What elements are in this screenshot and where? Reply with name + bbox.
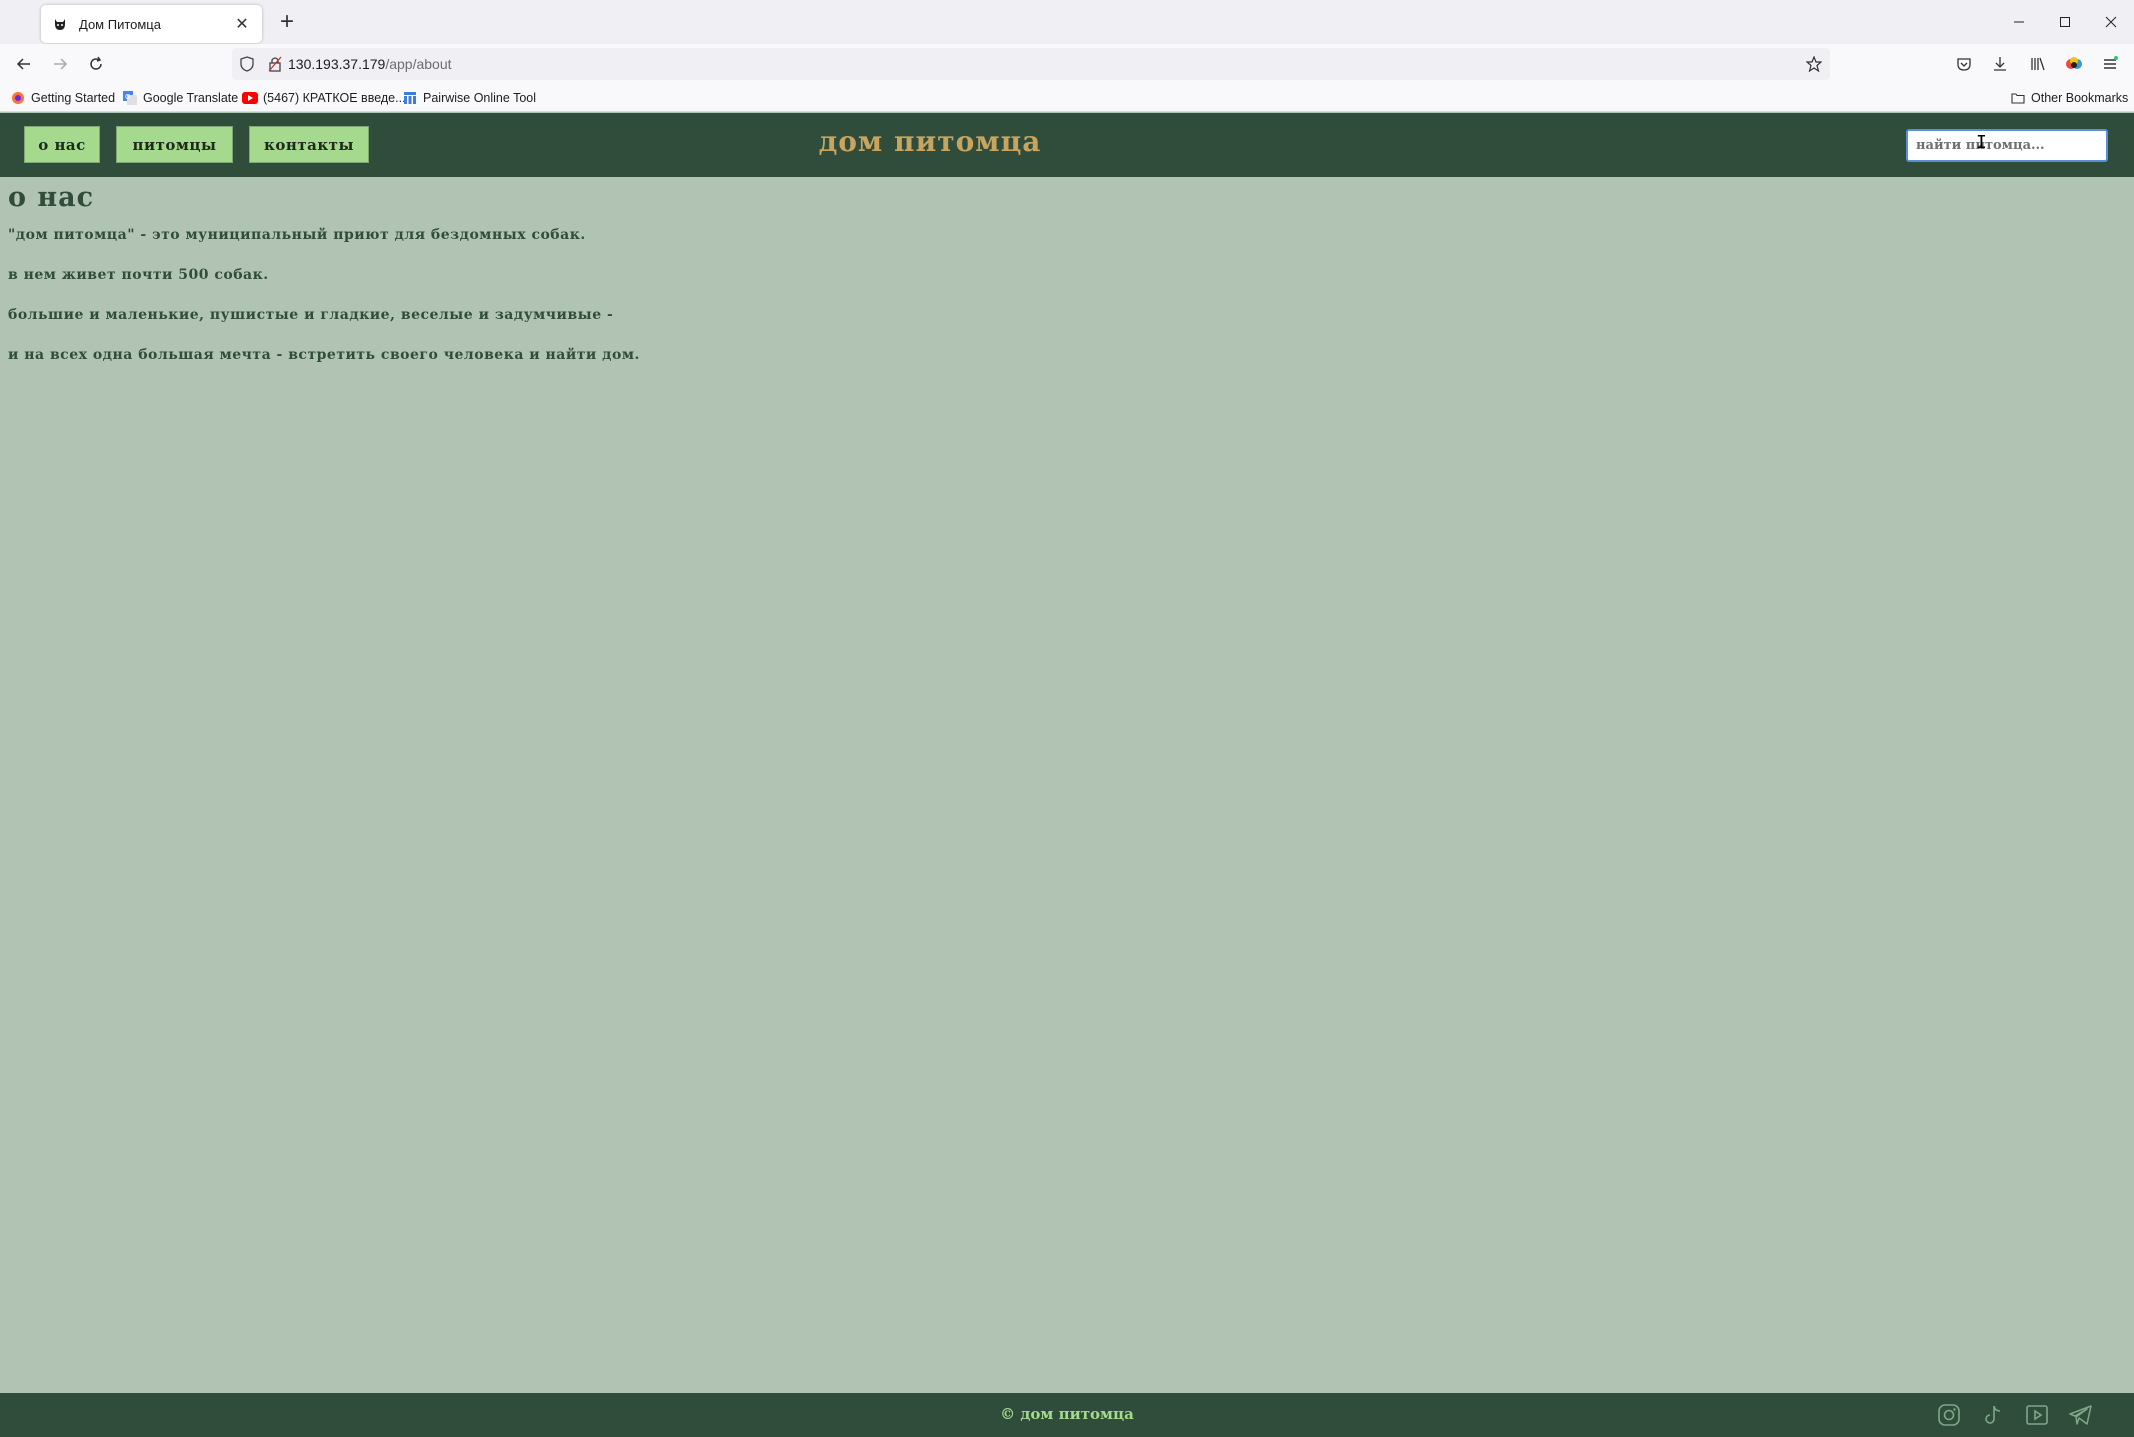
search-box[interactable] — [1906, 129, 2108, 162]
page-title: о нас — [8, 182, 95, 213]
other-bookmarks-label: Other Bookmarks — [2031, 91, 2129, 105]
youtube-icon — [242, 90, 258, 106]
google-translate-icon: G — [122, 90, 138, 106]
minimize-icon[interactable] — [1996, 0, 2042, 44]
search-input[interactable] — [1916, 138, 2106, 153]
insecure-lock-icon[interactable] — [262, 56, 288, 72]
address-bar[interactable]: 130.193.37.179 /app/about — [232, 48, 1830, 80]
back-icon[interactable] — [8, 48, 40, 80]
extensions-icon[interactable] — [2058, 48, 2090, 80]
url-host: 130.193.37.179 — [288, 56, 386, 72]
bookmark-label: (5467) КРАТКОЕ введе... — [263, 91, 406, 105]
bookmark-google-translate[interactable]: G Google Translate — [122, 88, 238, 108]
main-content: о нас "дом питомца" - это муниципальный … — [8, 182, 1208, 385]
nav-contacts-button[interactable]: контакты — [249, 126, 369, 163]
browser-tab-bar: Дом Питомца ✕ + — [0, 0, 2134, 44]
about-paragraph: большие и маленькие, пушистые и гладкие,… — [8, 307, 614, 323]
bookmark-label: Pairwise Online Tool — [423, 91, 537, 105]
reload-icon[interactable] — [80, 48, 112, 80]
forward-icon[interactable] — [44, 48, 76, 80]
site-logo[interactable]: дом питомца — [700, 125, 1160, 158]
nav-about-button[interactable]: о нас — [24, 126, 100, 163]
grid-icon — [402, 90, 418, 106]
instagram-icon[interactable] — [1935, 1401, 1963, 1429]
nav-pets-button[interactable]: питомцы — [116, 126, 233, 163]
bookmark-label: Google Translate — [143, 91, 239, 105]
library-icon[interactable] — [2022, 48, 2054, 80]
bookmark-pairwise[interactable]: Pairwise Online Tool — [402, 88, 536, 108]
bookmark-star-icon[interactable] — [1805, 55, 1823, 77]
site-footer: © дом питомца — [0, 1393, 2134, 1437]
tab-close-icon[interactable]: ✕ — [232, 14, 252, 34]
text-cursor-icon: I — [1976, 132, 1987, 153]
site-header: о нас питомцы контакты дом питомца — [0, 113, 2134, 177]
tab-title: Дом Питомца — [79, 16, 161, 32]
browser-nav-bar: 130.193.37.179 /app/about — [0, 44, 2134, 84]
dog-favicon-icon — [51, 15, 69, 33]
folder-icon — [2010, 90, 2026, 106]
new-tab-button[interactable]: + — [272, 8, 302, 38]
about-paragraph: и на всех одна большая мечта - встретить… — [8, 347, 640, 363]
youtube-icon[interactable] — [2023, 1401, 2051, 1429]
bookmark-youtube[interactable]: (5467) КРАТКОЕ введе... — [242, 88, 406, 108]
bookmark-label: Getting Started — [31, 91, 116, 105]
bookmarks-bar: Getting Started G Google Translate (5467… — [0, 84, 2134, 112]
firefox-icon — [10, 90, 26, 106]
downloads-icon[interactable] — [1984, 48, 2016, 80]
maximize-icon[interactable] — [2042, 0, 2088, 44]
about-paragraph: "дом питомца" - это муниципальный приют … — [8, 227, 586, 243]
url-path: /app/about — [385, 56, 452, 72]
shield-icon[interactable] — [232, 56, 262, 72]
footer-copyright: © дом питомца — [1000, 1405, 1134, 1423]
tiktok-icon[interactable] — [1979, 1401, 2007, 1429]
svg-text:G: G — [125, 94, 130, 101]
bookmark-getting-started[interactable]: Getting Started — [10, 88, 115, 108]
other-bookmarks[interactable]: Other Bookmarks — [2010, 88, 2128, 108]
pocket-icon[interactable] — [1948, 48, 1980, 80]
menu-icon[interactable] — [2094, 48, 2126, 80]
close-window-icon[interactable] — [2088, 0, 2134, 44]
browser-tab[interactable]: Дом Питомца ✕ — [41, 5, 262, 43]
telegram-icon[interactable] — [2067, 1401, 2095, 1429]
about-paragraph: в нем живет почти 500 собак. — [8, 267, 269, 283]
